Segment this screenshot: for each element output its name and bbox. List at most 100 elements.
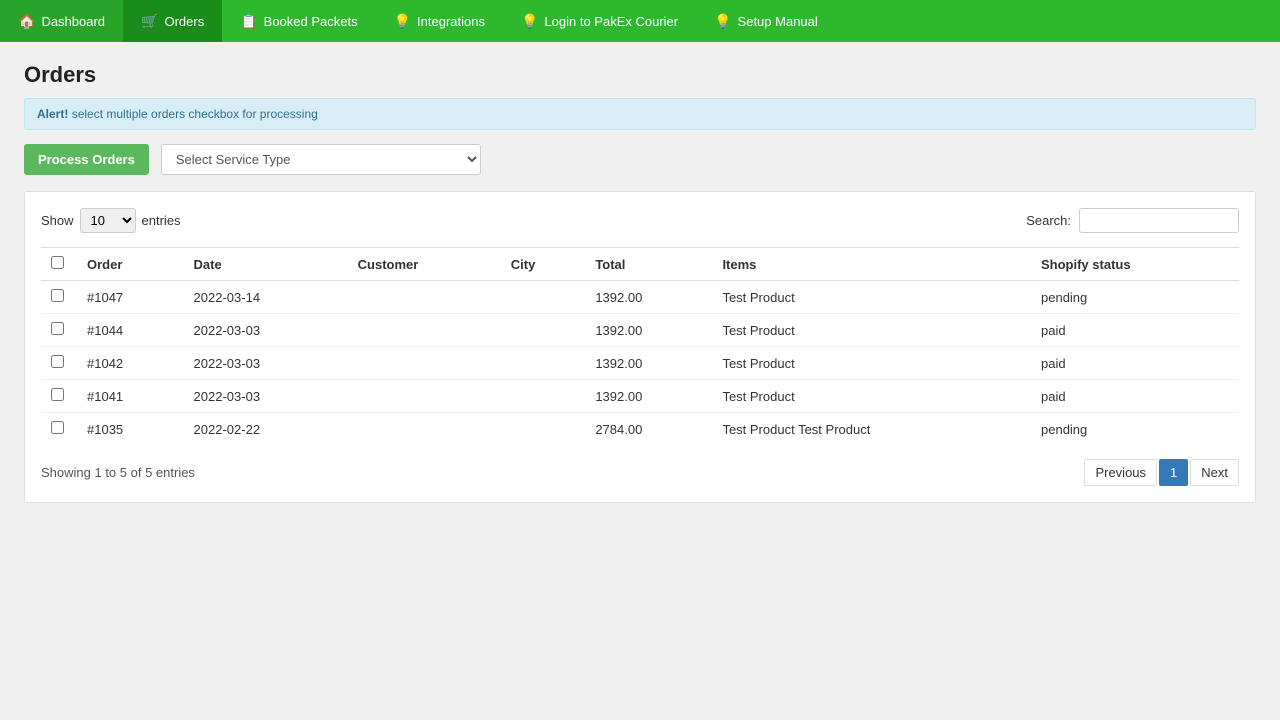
cell-date: 2022-03-03: [184, 314, 348, 347]
nav-item-integrations[interactable]: 💡 Integrations: [376, 0, 503, 42]
cell-items: Test Product: [712, 314, 1031, 347]
cell-city: [501, 281, 586, 314]
search-box: Search:: [1026, 208, 1239, 233]
col-header-checkbox: [41, 248, 77, 281]
nav-label-login-pakex: Login to PakEx Courier: [544, 14, 678, 29]
cell-shopify-status: paid: [1031, 314, 1239, 347]
cell-total: 1392.00: [585, 347, 712, 380]
controls-bar: Process Orders Select Service Type: [24, 144, 1256, 175]
cell-total: 1392.00: [585, 380, 712, 413]
row-checkbox-0[interactable]: [51, 289, 64, 302]
row-checkbox-cell: [41, 281, 77, 314]
login-icon: 💡: [521, 13, 538, 30]
cell-customer: [348, 413, 501, 446]
col-header-shopify-status: Shopify status: [1031, 248, 1239, 281]
cell-total: 1392.00: [585, 314, 712, 347]
entries-count-select[interactable]: 10 25 50 100: [80, 208, 136, 233]
nav-item-setup-manual[interactable]: 💡 Setup Manual: [696, 0, 836, 42]
cell-items: Test Product: [712, 347, 1031, 380]
row-checkbox-cell: [41, 413, 77, 446]
row-checkbox-3[interactable]: [51, 388, 64, 401]
table-footer: Showing 1 to 5 of 5 entries Previous 1 N…: [41, 459, 1239, 486]
cell-total: 2784.00: [585, 413, 712, 446]
home-icon: 🏠: [18, 13, 35, 30]
alert-message: select multiple orders checkbox for proc…: [72, 107, 318, 121]
cell-customer: [348, 380, 501, 413]
row-checkbox-cell: [41, 380, 77, 413]
entries-info: Showing 1 to 5 of 5 entries: [41, 465, 195, 480]
cell-order: #1047: [77, 281, 184, 314]
nav-label-dashboard: Dashboard: [41, 14, 105, 29]
table-row: #1035 2022-02-22 2784.00 Test Product Te…: [41, 413, 1239, 446]
integrations-icon: 💡: [394, 13, 411, 30]
pagination-next[interactable]: Next: [1190, 459, 1239, 486]
cell-items: Test Product: [712, 380, 1031, 413]
cell-items: Test Product: [712, 281, 1031, 314]
orders-table-wrapper: Show 10 25 50 100 entries Search:: [24, 191, 1256, 503]
service-type-select[interactable]: Select Service Type: [161, 144, 481, 175]
col-header-city: City: [501, 248, 586, 281]
cell-customer: [348, 347, 501, 380]
cell-shopify-status: paid: [1031, 347, 1239, 380]
row-checkbox-4[interactable]: [51, 421, 64, 434]
cell-city: [501, 314, 586, 347]
cell-total: 1392.00: [585, 281, 712, 314]
nav-item-booked-packets[interactable]: 📋 Booked Packets: [222, 0, 375, 42]
cell-customer: [348, 281, 501, 314]
alert-prefix: Alert!: [37, 107, 68, 121]
col-header-customer: Customer: [348, 248, 501, 281]
orders-table: Order Date Customer City Total Items Sho…: [41, 247, 1239, 445]
table-controls: Show 10 25 50 100 entries Search:: [41, 208, 1239, 233]
col-header-total: Total: [585, 248, 712, 281]
cell-date: 2022-03-03: [184, 380, 348, 413]
main-content: Orders Alert! select multiple orders che…: [0, 42, 1280, 523]
table-header-row: Order Date Customer City Total Items Sho…: [41, 248, 1239, 281]
show-entries-control: Show 10 25 50 100 entries: [41, 208, 181, 233]
search-label: Search:: [1026, 213, 1071, 228]
search-input[interactable]: [1079, 208, 1239, 233]
cell-items: Test Product Test Product: [712, 413, 1031, 446]
cart-icon: 🛒: [141, 13, 158, 30]
table-row: #1044 2022-03-03 1392.00 Test Product pa…: [41, 314, 1239, 347]
cell-shopify-status: paid: [1031, 380, 1239, 413]
pagination-page-1[interactable]: 1: [1159, 459, 1188, 486]
show-label: Show: [41, 213, 74, 228]
col-header-items: Items: [712, 248, 1031, 281]
cell-shopify-status: pending: [1031, 281, 1239, 314]
cell-order: #1041: [77, 380, 184, 413]
entries-label: entries: [142, 213, 181, 228]
table-body: #1047 2022-03-14 1392.00 Test Product pe…: [41, 281, 1239, 446]
col-header-order: Order: [77, 248, 184, 281]
cell-order: #1044: [77, 314, 184, 347]
cell-city: [501, 380, 586, 413]
nav-label-booked-packets: Booked Packets: [264, 14, 358, 29]
row-checkbox-cell: [41, 314, 77, 347]
nav-label-setup-manual: Setup Manual: [738, 14, 818, 29]
row-checkbox-1[interactable]: [51, 322, 64, 335]
alert-banner: Alert! select multiple orders checkbox f…: [24, 98, 1256, 130]
table-row: #1042 2022-03-03 1392.00 Test Product pa…: [41, 347, 1239, 380]
process-orders-button[interactable]: Process Orders: [24, 144, 149, 175]
table-row: #1047 2022-03-14 1392.00 Test Product pe…: [41, 281, 1239, 314]
nav-label-integrations: Integrations: [417, 14, 485, 29]
nav-label-orders: Orders: [164, 14, 204, 29]
nav-item-dashboard[interactable]: 🏠 Dashboard: [0, 0, 123, 42]
pagination-previous[interactable]: Previous: [1084, 459, 1157, 486]
cell-date: 2022-03-03: [184, 347, 348, 380]
nav-item-login-pakex[interactable]: 💡 Login to PakEx Courier: [503, 0, 696, 42]
cell-city: [501, 413, 586, 446]
page-title: Orders: [24, 62, 1256, 88]
cell-customer: [348, 314, 501, 347]
col-header-date: Date: [184, 248, 348, 281]
row-checkbox-cell: [41, 347, 77, 380]
cell-shopify-status: pending: [1031, 413, 1239, 446]
cell-order: #1042: [77, 347, 184, 380]
table-row: #1041 2022-03-03 1392.00 Test Product pa…: [41, 380, 1239, 413]
select-all-checkbox[interactable]: [51, 256, 64, 269]
cell-city: [501, 347, 586, 380]
cell-date: 2022-03-14: [184, 281, 348, 314]
nav-item-orders[interactable]: 🛒 Orders: [123, 0, 222, 42]
cell-order: #1035: [77, 413, 184, 446]
row-checkbox-2[interactable]: [51, 355, 64, 368]
manual-icon: 💡: [714, 13, 731, 30]
